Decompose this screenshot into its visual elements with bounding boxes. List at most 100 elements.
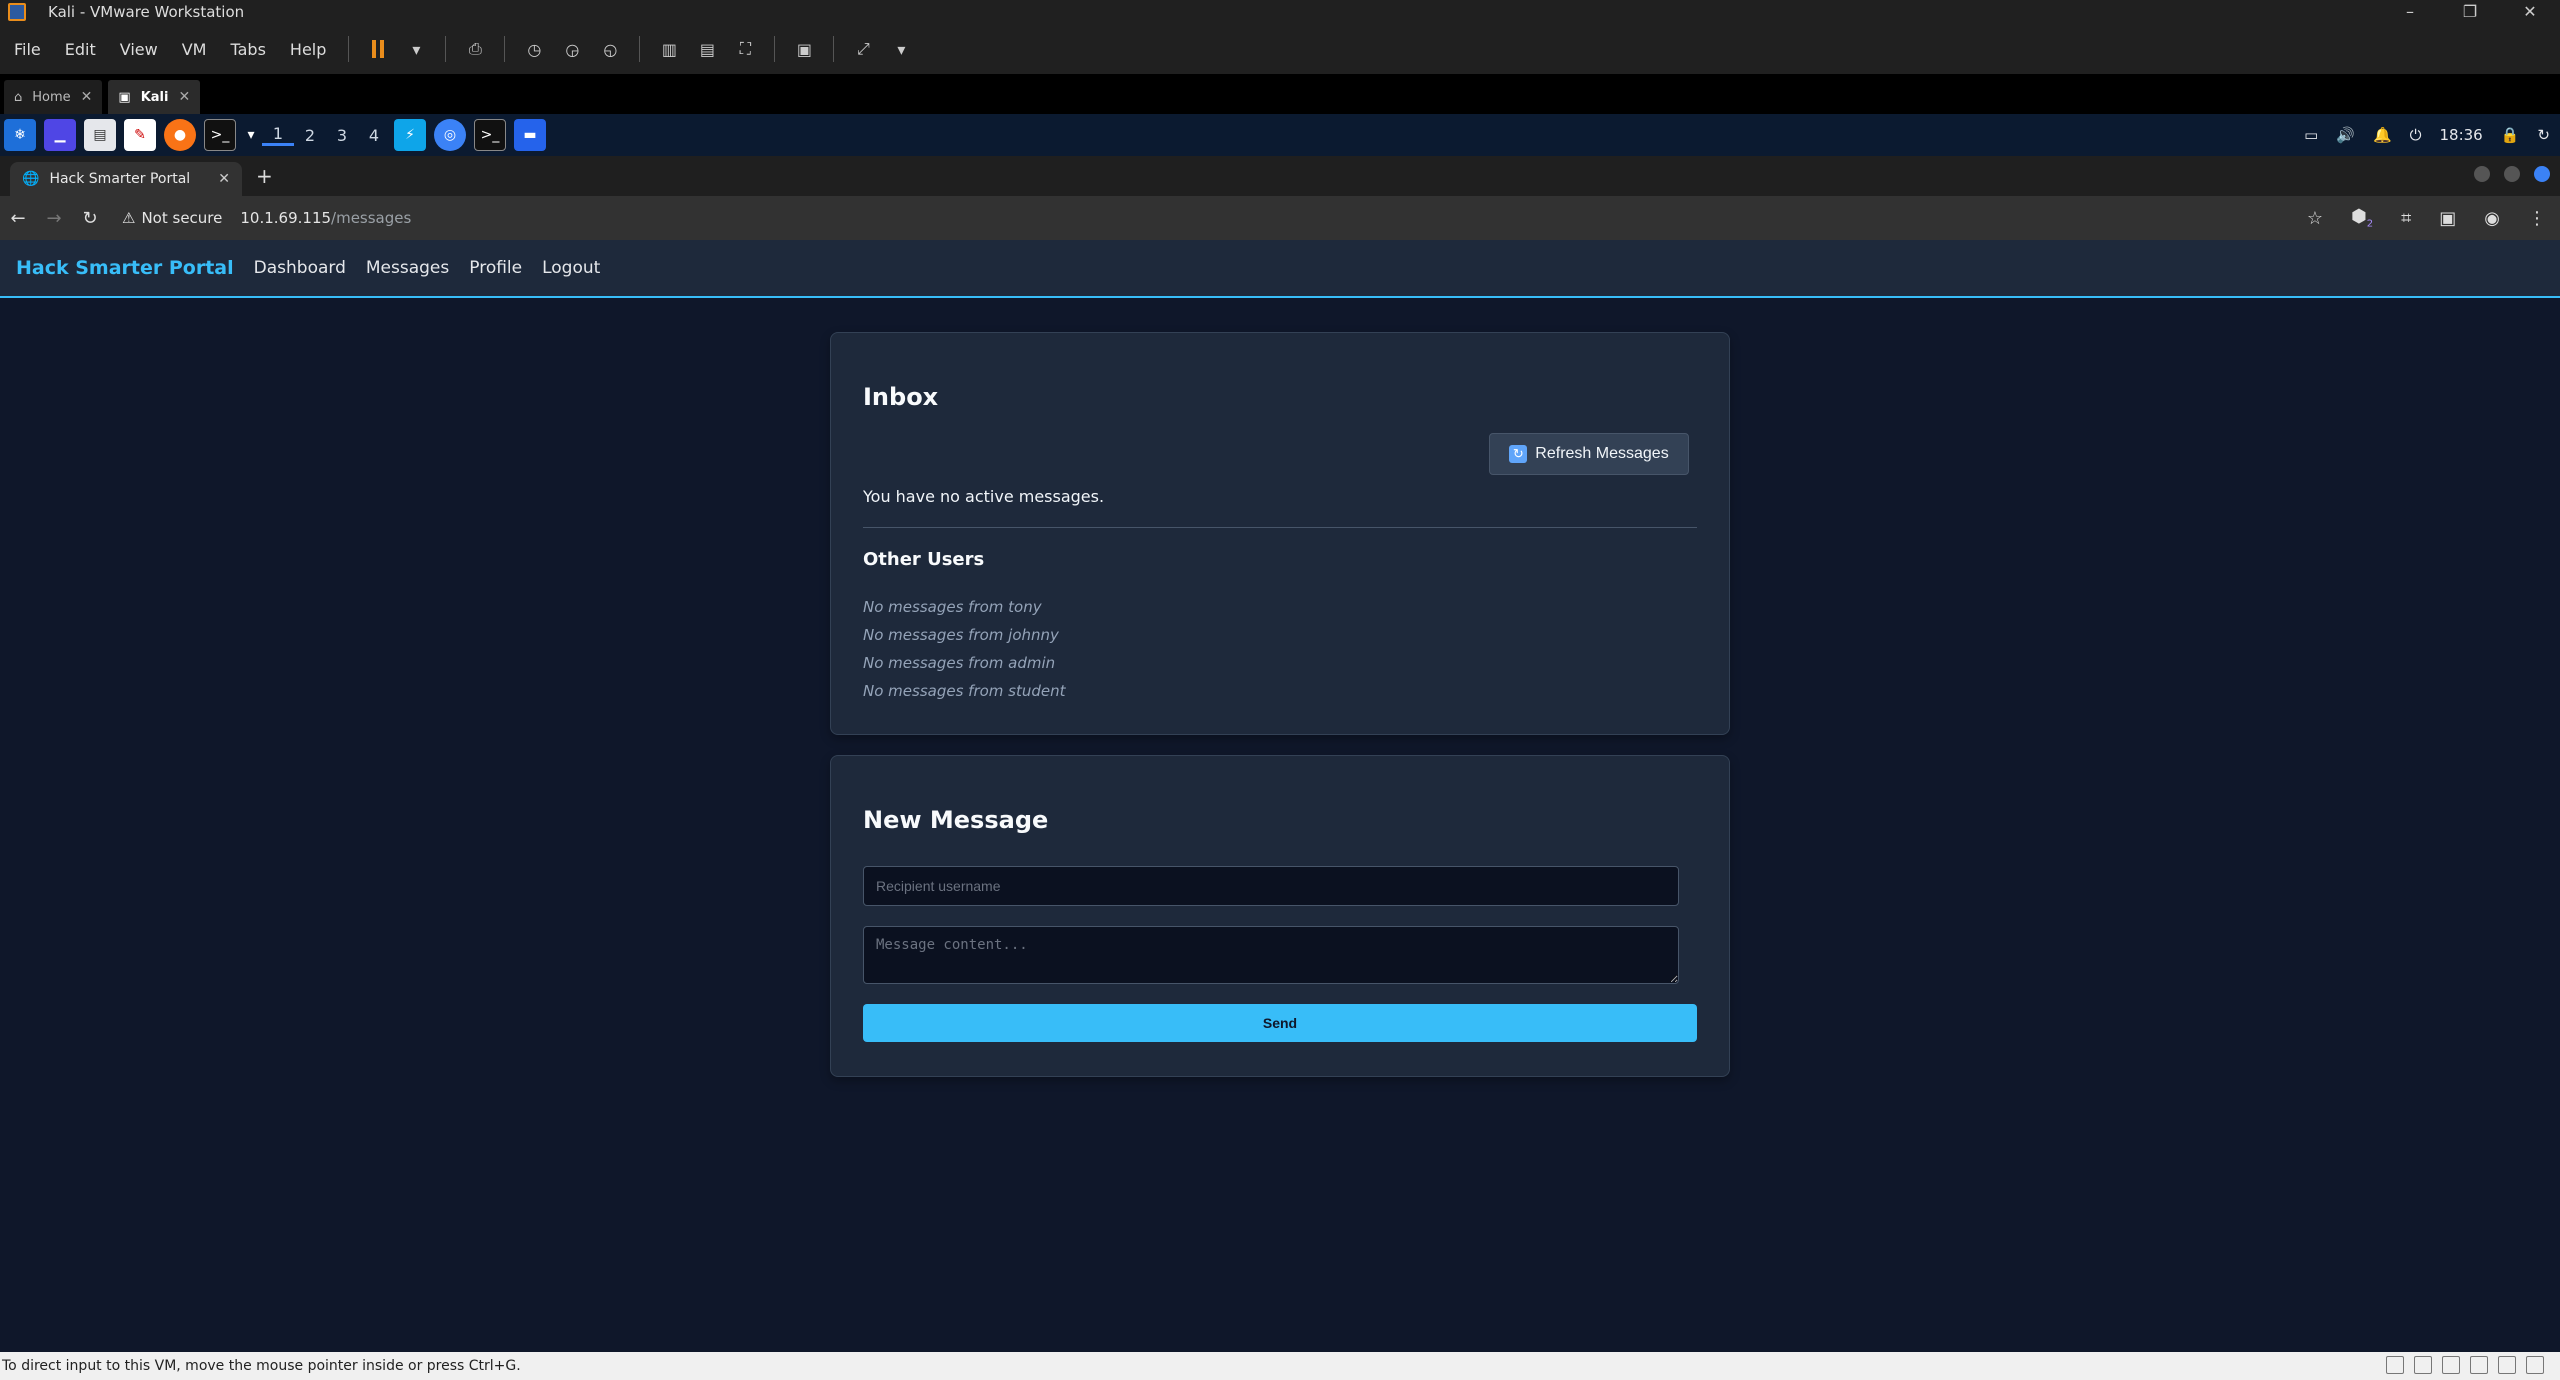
show-desktop-icon[interactable]: ▁	[44, 119, 76, 151]
new-message-title: New Message	[863, 806, 1049, 834]
page-content: Inbox ↻ Refresh Messages You have no act…	[0, 298, 2560, 1352]
volume-icon[interactable]: 🔊	[2336, 126, 2355, 144]
logout-icon[interactable]: ↻	[2537, 126, 2550, 144]
chevron-down-icon[interactable]: ▾	[401, 34, 431, 64]
clock[interactable]: 18:36	[2440, 126, 2483, 144]
menu-view[interactable]: View	[108, 40, 170, 59]
hard-disk-icon[interactable]	[2386, 1356, 2404, 1374]
vmware-titlebar: Kali - VMware Workstation – ❐ ✕	[0, 0, 2560, 24]
menu-edit[interactable]: Edit	[53, 40, 108, 59]
workspace-3[interactable]: 3	[326, 126, 358, 145]
library-icon[interactable]: ▥	[654, 34, 684, 64]
empty-inbox-text: You have no active messages.	[863, 487, 1105, 506]
browser-tab[interactable]: 🌐 Hack Smarter Portal ✕	[10, 162, 242, 196]
nav-logout[interactable]: Logout	[542, 258, 600, 278]
thumbnail-bar-icon[interactable]: ▤	[692, 34, 722, 64]
terminal-icon[interactable]: >_	[474, 119, 506, 151]
home-icon: ⌂	[14, 89, 23, 105]
network-icon[interactable]	[2414, 1356, 2432, 1374]
send-keys-icon[interactable]: ⎙	[460, 34, 490, 64]
site-navbar: Hack Smarter Portal Dashboard Messages P…	[0, 240, 2560, 298]
workspace-4[interactable]: 4	[358, 126, 390, 145]
terminal-icon[interactable]: >_	[204, 119, 236, 151]
menu-file[interactable]: File	[0, 40, 53, 59]
cast-icon[interactable]: ▣	[2439, 208, 2456, 229]
security-indicator[interactable]: ⚠ Not secure	[122, 209, 222, 227]
back-arrow-icon[interactable]: ←	[0, 208, 36, 229]
lock-icon[interactable]: 🔒	[2501, 126, 2520, 144]
menu-tabs[interactable]: Tabs	[218, 40, 277, 59]
tab-home[interactable]: ⌂ Home ✕	[4, 80, 103, 114]
close-icon[interactable]: ✕	[178, 89, 190, 105]
pause-icon[interactable]	[363, 34, 393, 64]
refresh-messages-button[interactable]: ↻ Refresh Messages	[1489, 433, 1689, 475]
list-item: No messages from tony	[863, 598, 1042, 616]
new-tab-button[interactable]: +	[256, 164, 273, 188]
status-text: To direct input to this VM, move the mou…	[2, 1358, 521, 1374]
toolbar-separator	[774, 36, 776, 62]
minimize-icon[interactable]	[2474, 166, 2490, 182]
burp-icon[interactable]: ⚡	[394, 119, 426, 151]
close-icon[interactable]	[2534, 166, 2550, 182]
extension-badge-icon[interactable]: ⬢2	[2351, 206, 2373, 230]
kali-menu-icon[interactable]: ❄	[4, 119, 36, 151]
display-icon[interactable]	[2526, 1356, 2544, 1374]
reload-icon[interactable]: ↻	[72, 208, 108, 229]
nav-profile[interactable]: Profile	[469, 258, 522, 278]
folder-icon[interactable]: ▬	[514, 119, 546, 151]
snapshot-icon[interactable]: ◷	[519, 34, 549, 64]
menu-vm[interactable]: VM	[170, 40, 219, 59]
close-icon[interactable]: ✕	[2500, 0, 2560, 24]
kebab-menu-icon[interactable]: ⋮	[2528, 208, 2546, 229]
brand-link[interactable]: Hack Smarter Portal	[16, 257, 234, 279]
file-manager-icon[interactable]: ▤	[84, 119, 116, 151]
stretch-icon[interactable]: ⤢	[848, 34, 878, 64]
vmware-logo-icon	[8, 3, 26, 21]
firefox-icon[interactable]: ●	[164, 119, 196, 151]
maximize-icon[interactable]	[2504, 166, 2520, 182]
minimize-icon[interactable]: –	[2380, 0, 2440, 24]
restore-icon[interactable]: ❐	[2440, 0, 2500, 24]
extension-badge-count: 2	[2366, 218, 2374, 230]
extensions-puzzle-icon[interactable]: ⌗	[2401, 208, 2411, 229]
power-icon[interactable]: ⏻	[2410, 126, 2422, 144]
browser-toolbar: ← → ↻ ⚠ Not secure 10.1.69.115/messages …	[0, 196, 2560, 240]
usb-icon[interactable]	[2470, 1356, 2488, 1374]
list-item: No messages from johnny	[863, 626, 1059, 644]
printer-icon[interactable]	[2498, 1356, 2516, 1374]
chevron-down-icon[interactable]: ▾	[244, 119, 258, 151]
close-icon[interactable]: ✕	[81, 89, 93, 105]
sound-icon[interactable]	[2442, 1356, 2460, 1374]
text-editor-icon[interactable]: ✎	[124, 119, 156, 151]
menu-help[interactable]: Help	[278, 40, 338, 59]
new-message-card: New Message Send	[830, 755, 1730, 1077]
send-button[interactable]: Send	[863, 1004, 1697, 1042]
tab-kali[interactable]: ▣ Kali ✕	[108, 80, 201, 114]
nav-messages[interactable]: Messages	[366, 258, 449, 278]
profile-icon[interactable]: ◉	[2484, 208, 2500, 229]
console-view-icon[interactable]: ▣	[789, 34, 819, 64]
chromium-icon[interactable]: ◎	[434, 119, 466, 151]
divider	[863, 527, 1697, 528]
address-bar[interactable]: ⚠ Not secure 10.1.69.115/messages	[122, 209, 411, 227]
message-content-input[interactable]	[863, 926, 1679, 984]
workspace-1[interactable]: 1	[262, 124, 294, 146]
bookmark-star-icon[interactable]: ☆	[2307, 208, 2323, 229]
full-screen-icon[interactable]: ⛶	[730, 34, 760, 64]
globe-icon: 🌐	[22, 171, 40, 187]
revert-snapshot-icon[interactable]: ◶	[557, 34, 587, 64]
recipient-input[interactable]	[863, 866, 1679, 906]
workspace-2[interactable]: 2	[294, 126, 326, 145]
device-icons	[2386, 1356, 2544, 1374]
display-icon[interactable]: ▭	[2304, 126, 2318, 144]
snapshot-manager-icon[interactable]: ◵	[595, 34, 625, 64]
chevron-down-icon[interactable]: ▾	[886, 34, 916, 64]
tab-label: Kali	[140, 89, 169, 105]
close-icon[interactable]: ✕	[218, 171, 230, 187]
vmware-tabs: ⌂ Home ✕ ▣ Kali ✕	[0, 74, 2560, 114]
list-item: No messages from student	[863, 682, 1066, 700]
forward-arrow-icon[interactable]: →	[36, 208, 72, 229]
nav-dashboard[interactable]: Dashboard	[254, 258, 346, 278]
notification-bell-icon[interactable]: 🔔	[2373, 126, 2392, 144]
refresh-icon: ↻	[1509, 445, 1528, 463]
